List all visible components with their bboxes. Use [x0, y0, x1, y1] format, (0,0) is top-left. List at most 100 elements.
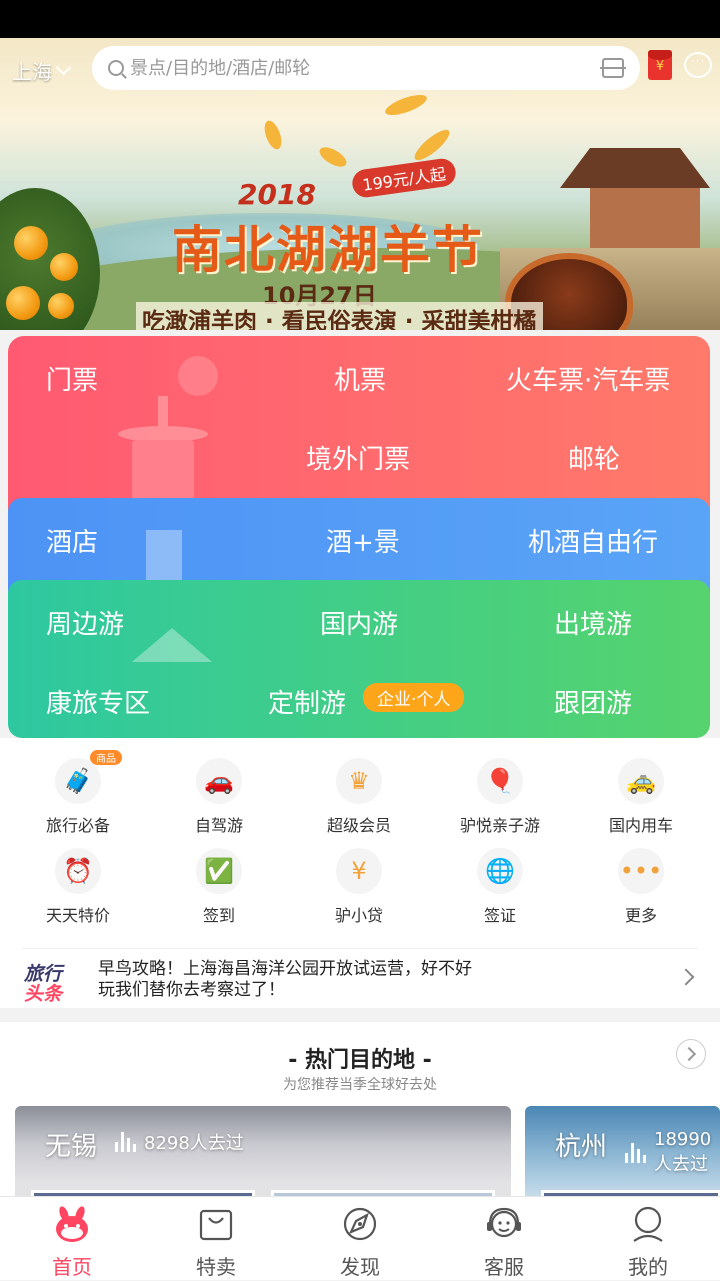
travel-headline[interactable]: 旅行 头条 早鸟攻略！上海海昌海洋公园开放试运营，好不好玩我们替你去考察过了！	[22, 948, 698, 1005]
banner-year: 2018	[238, 178, 316, 211]
tab-label: 客服	[484, 1255, 524, 1279]
search-bar[interactable]	[92, 46, 640, 90]
quick-item-daily-deals[interactable]: ⏰ 天天特价	[8, 848, 148, 926]
search-input[interactable]	[130, 57, 590, 79]
quick-item-self-drive[interactable]: 🚗 自驾游	[149, 758, 289, 836]
grid-item-overseas-tickets[interactable]: 境外门票	[306, 439, 410, 476]
tab-profile[interactable]: 我的	[576, 1197, 720, 1281]
message-icon[interactable]: ···	[684, 52, 712, 78]
quick-item-label: 自驾游	[194, 816, 243, 835]
grid-item-hotel[interactable]: 酒店	[46, 522, 98, 559]
custom-tour-badge: 企业·个人	[363, 683, 465, 712]
destination-name: 无锡	[45, 1132, 98, 1162]
destination-card[interactable]: 无锡 8298人去过	[15, 1106, 511, 1202]
orange-fruit	[48, 293, 74, 319]
status-bar	[0, 0, 720, 38]
calendar-check-icon: ✅	[196, 848, 242, 894]
quick-item-label: 签到	[202, 906, 235, 925]
quick-item-check-in[interactable]: ✅ 签到	[149, 848, 289, 926]
building-decoration	[146, 530, 182, 582]
money-icon: ¥	[336, 848, 382, 894]
hot-destinations-section: - 热门目的地 - 为您推荐当季全球好去处 无锡 8298人去过 杭州 1899…	[0, 1022, 720, 1202]
circle-decoration	[178, 356, 218, 396]
more-icon: •••	[618, 848, 664, 894]
grid-item-domestic-tour[interactable]: 国内游	[320, 604, 398, 641]
quick-item-label: 驴悦亲子游	[459, 816, 540, 835]
tab-home[interactable]: 首页	[0, 1197, 144, 1281]
shopping-bag-icon	[199, 1209, 233, 1241]
search-icon	[108, 60, 124, 76]
quick-item-label: 超级会员	[326, 816, 391, 835]
grid-item-outbound-tour[interactable]: 出境游	[554, 604, 632, 641]
alarm-clock-icon: ⏰	[55, 848, 101, 894]
quick-item-super-member[interactable]: ♛ 超级会员	[289, 758, 429, 836]
quick-item-more[interactable]: ••• 更多	[571, 848, 711, 926]
tab-label: 我的	[628, 1255, 668, 1279]
quick-item-label: 旅行必备	[45, 816, 110, 835]
city-label: 上海	[12, 60, 52, 84]
grid-item-group-tour[interactable]: 跟团游	[554, 683, 632, 720]
destination-visitors: 8298人去过	[115, 1129, 244, 1155]
destination-card[interactable]: 杭州 18990人去过	[525, 1106, 720, 1202]
grid-item-cruise[interactable]: 邮轮	[568, 439, 620, 476]
visitor-count: 18990人去过	[654, 1129, 712, 1175]
falling-leaf	[316, 143, 350, 171]
quick-item-car-rental[interactable]: 🚕 国内用车	[571, 758, 711, 836]
quick-item-family-tour[interactable]: 🎈 驴悦亲子游	[430, 758, 570, 836]
quick-item-label: 更多	[624, 906, 657, 925]
bottom-tab-bar: 首页 特卖 发现 客服 我的	[0, 1196, 720, 1280]
tab-customer-service[interactable]: 客服	[432, 1197, 576, 1281]
tab-discover[interactable]: 发现	[288, 1197, 432, 1281]
user-icon	[633, 1206, 663, 1242]
grid-item-custom-tour[interactable]: 定制游	[268, 683, 346, 720]
scan-icon[interactable]	[600, 58, 626, 78]
quick-entry-section: 🧳 商品 旅行必备 🚗 自驾游 ♛ 超级会员 🎈 驴悦亲子游 🚕 国内用车 ⏰ …	[0, 738, 720, 1008]
home-icon	[56, 1206, 88, 1242]
temple-decoration	[108, 396, 218, 506]
quick-item-label: 天天特价	[45, 906, 110, 925]
tab-label: 特卖	[196, 1255, 236, 1279]
banner-price-tag: 199元/人起	[350, 156, 458, 200]
more-arrow-button[interactable]	[676, 1039, 706, 1069]
city-selector[interactable]: 上海	[12, 56, 72, 85]
orange-fruit	[50, 253, 78, 281]
orange-fruit	[6, 286, 40, 320]
headline-logo-bottom: 头条	[24, 983, 63, 1005]
top-bar: 上海 ¥ ···	[0, 44, 720, 94]
falling-leaf	[261, 118, 285, 152]
orange-fruit	[14, 226, 48, 260]
goods-tag: 商品	[90, 750, 122, 765]
grid-item-hotel-scenic[interactable]: 酒+景	[326, 522, 400, 559]
quick-item-label: 国内用车	[608, 816, 673, 835]
quick-item-loan[interactable]: ¥ 驴小贷	[289, 848, 429, 926]
grid-item-health-travel[interactable]: 康旅专区	[46, 683, 150, 720]
section-title: - 热门目的地 -	[288, 1048, 432, 1073]
mountain-decoration	[132, 628, 212, 662]
bar-chart-icon	[115, 1132, 136, 1152]
balloon-icon: 🎈	[477, 758, 523, 804]
grid-item-nearby-tour[interactable]: 周边游	[46, 604, 124, 641]
falling-leaf	[382, 90, 430, 120]
tab-sale[interactable]: 特卖	[144, 1197, 288, 1281]
quick-item-label: 签证	[483, 906, 516, 925]
quick-item-visa[interactable]: 🌐 签证	[430, 848, 570, 926]
grid-item-flights[interactable]: 机票	[334, 360, 386, 397]
banner-title: 南北湖湖羊节	[172, 221, 484, 279]
discover-icon	[343, 1207, 377, 1241]
quick-item-travel-essentials[interactable]: 🧳 商品 旅行必备	[8, 750, 148, 836]
red-packet-icon[interactable]: ¥	[648, 50, 672, 80]
destination-visitors: 18990人去过	[625, 1129, 720, 1176]
grid-item-tickets[interactable]: 门票	[46, 360, 98, 397]
category-card-tours: 周边游 国内游 出境游 康旅专区 定制游 企业·个人 跟团游	[8, 580, 710, 738]
taxi-icon: 🚕	[618, 758, 664, 804]
category-card-tickets: 门票 机票 火车票·汽车票 境外门票 邮轮	[8, 336, 710, 516]
grid-item-train-bus[interactable]: 火车票·汽车票	[506, 360, 670, 397]
luggage-icon: 🧳	[55, 758, 101, 804]
grid-item-flight-hotel[interactable]: 机酒自由行	[528, 522, 658, 559]
passport-icon: 🌐	[477, 848, 523, 894]
chevron-down-icon	[55, 59, 72, 76]
chevron-right-icon	[677, 968, 695, 986]
visitor-count: 8298人去过	[144, 1133, 244, 1154]
customer-service-icon	[487, 1207, 521, 1238]
headline-text: 早鸟攻略！上海海昌海洋公园开放试运营，好不好玩我们替你去考察过了！	[98, 959, 472, 1000]
